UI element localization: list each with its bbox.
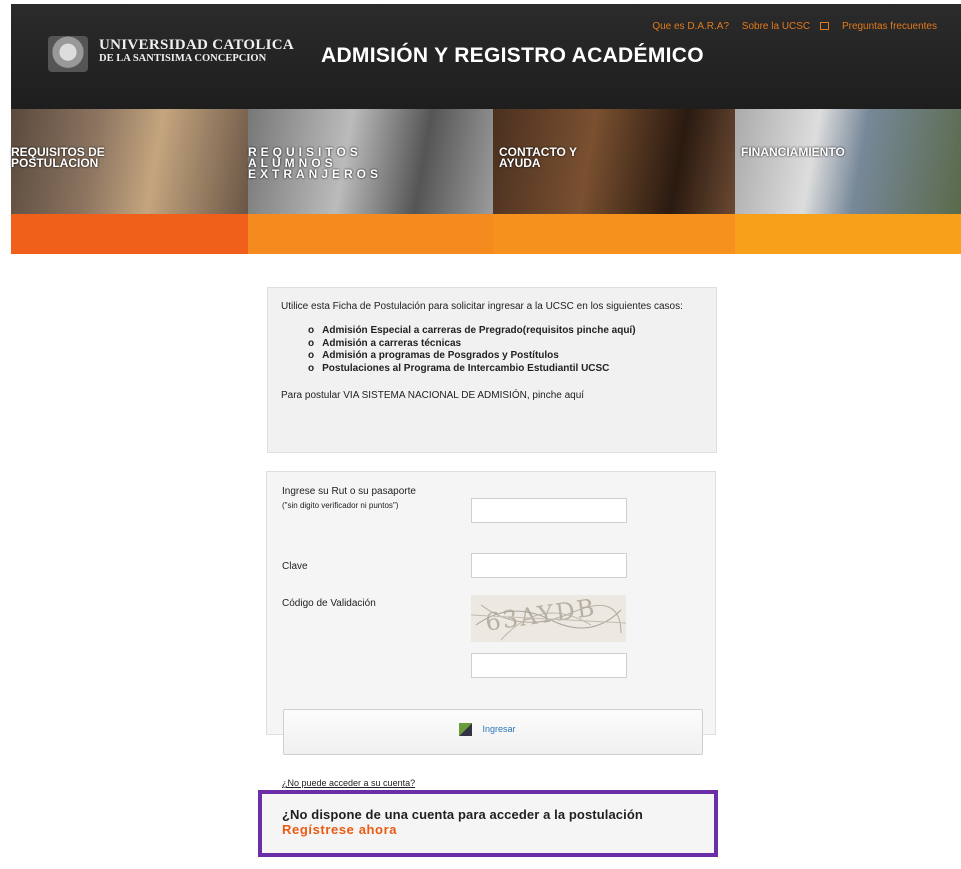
banner-photo	[735, 109, 961, 214]
ingresar-content: Ingresar	[459, 723, 516, 736]
clave-label: Clave	[282, 561, 308, 572]
banner-nav: REQUISITOS DE POSTULACION REQUISITOS ALU…	[11, 109, 961, 254]
banner-orange-bar	[735, 214, 961, 254]
university-name-line1: UNIVERSIDAD CATOLICA	[99, 37, 295, 53]
rut-label: Ingrese su Rut o su pasaporte ("sin digi…	[282, 486, 416, 510]
register-question: ¿No dispone de una cuenta para acceder a…	[282, 807, 643, 822]
banner-orange-bar	[248, 214, 493, 254]
banner-requisitos-extranjeros[interactable]: REQUISITOS ALUMNOS EXTRANJEROS	[248, 109, 493, 254]
top-links: Que es D.A.R.A? Sobre la UCSC Preguntas …	[642, 21, 937, 32]
admission-cases-list: Admisión Especial a carreras de Pregrado…	[308, 325, 703, 375]
link-que-es-dara[interactable]: Que es D.A.R.A?	[652, 21, 729, 32]
rut-hint: ("sin digito verificador ni puntos")	[282, 501, 399, 510]
login-icon	[459, 723, 472, 736]
university-logo[interactable]	[48, 36, 88, 72]
password-input[interactable]	[471, 553, 627, 578]
banner-label: FINANCIAMIENTO	[741, 145, 845, 159]
case-item: Admisión a programas de Posgrados y Post…	[308, 350, 703, 363]
captcha-noise	[471, 604, 626, 641]
banner-financiamiento[interactable]: FINANCIAMIENTO	[735, 109, 961, 254]
register-panel: ¿No dispone de una cuenta para acceder a…	[258, 790, 718, 857]
external-link-icon	[820, 22, 830, 31]
case-item[interactable]: Admisión Especial a carreras de Pregrado…	[308, 325, 703, 338]
banner-contacto-ayuda[interactable]: CONTACTO Y AYUDA	[493, 109, 735, 254]
ingresar-label: Ingresar	[482, 723, 516, 734]
link-preguntas-frecuentes[interactable]: Preguntas frecuentes	[842, 21, 937, 32]
case-item: Admisión a carreras técnicas	[308, 338, 703, 351]
captcha-image: 63AYDB	[471, 595, 626, 642]
banner-label: CONTACTO Y AYUDA	[499, 145, 578, 170]
banner-requisitos-postulacion[interactable]: REQUISITOS DE POSTULACION	[11, 109, 248, 254]
banner-label: REQUISITOS ALUMNOS EXTRANJEROS	[248, 145, 383, 181]
captcha-input[interactable]	[471, 653, 627, 678]
link-sobre-ucsc[interactable]: Sobre la UCSC	[741, 21, 830, 32]
banner-orange-bar	[11, 214, 248, 254]
university-name-line2: DE LA SANTISIMA CONCEPCION	[99, 53, 267, 64]
info-intro: Utilice esta Ficha de Postulación para s…	[281, 301, 683, 312]
case-item: Postulaciones al Programa de Intercambio…	[308, 363, 703, 376]
info-footer-link[interactable]: Para postular VIA SISTEMA NACIONAL DE AD…	[281, 389, 703, 402]
codigo-label: Código de Validación	[282, 598, 376, 609]
forgot-account-link[interactable]: ¿No puede acceder a su cuenta?	[282, 778, 415, 788]
register-link[interactable]: Regístrese ahora	[282, 822, 714, 837]
banner-label: REQUISITOS DE POSTULACION	[11, 145, 105, 170]
banner-orange-bar	[493, 214, 735, 254]
rut-label-text: Ingrese su Rut o su pasaporte	[282, 486, 416, 497]
rut-input[interactable]	[471, 498, 627, 523]
link-sobre-ucsc-label: Sobre la UCSC	[741, 21, 811, 32]
university-name[interactable]: UNIVERSIDAD CATOLICA DE LA SANTISIMA CON…	[99, 37, 295, 65]
ingresar-button[interactable]: Ingresar	[283, 709, 703, 755]
site-header: UNIVERSIDAD CATOLICA DE LA SANTISIMA CON…	[11, 4, 961, 109]
info-panel: Utilice esta Ficha de Postulación para s…	[267, 287, 717, 453]
login-form: Ingrese su Rut o su pasaporte ("sin digi…	[266, 471, 716, 788]
page-title: ADMISIÓN Y REGISTRO ACADÉMICO	[321, 44, 704, 67]
